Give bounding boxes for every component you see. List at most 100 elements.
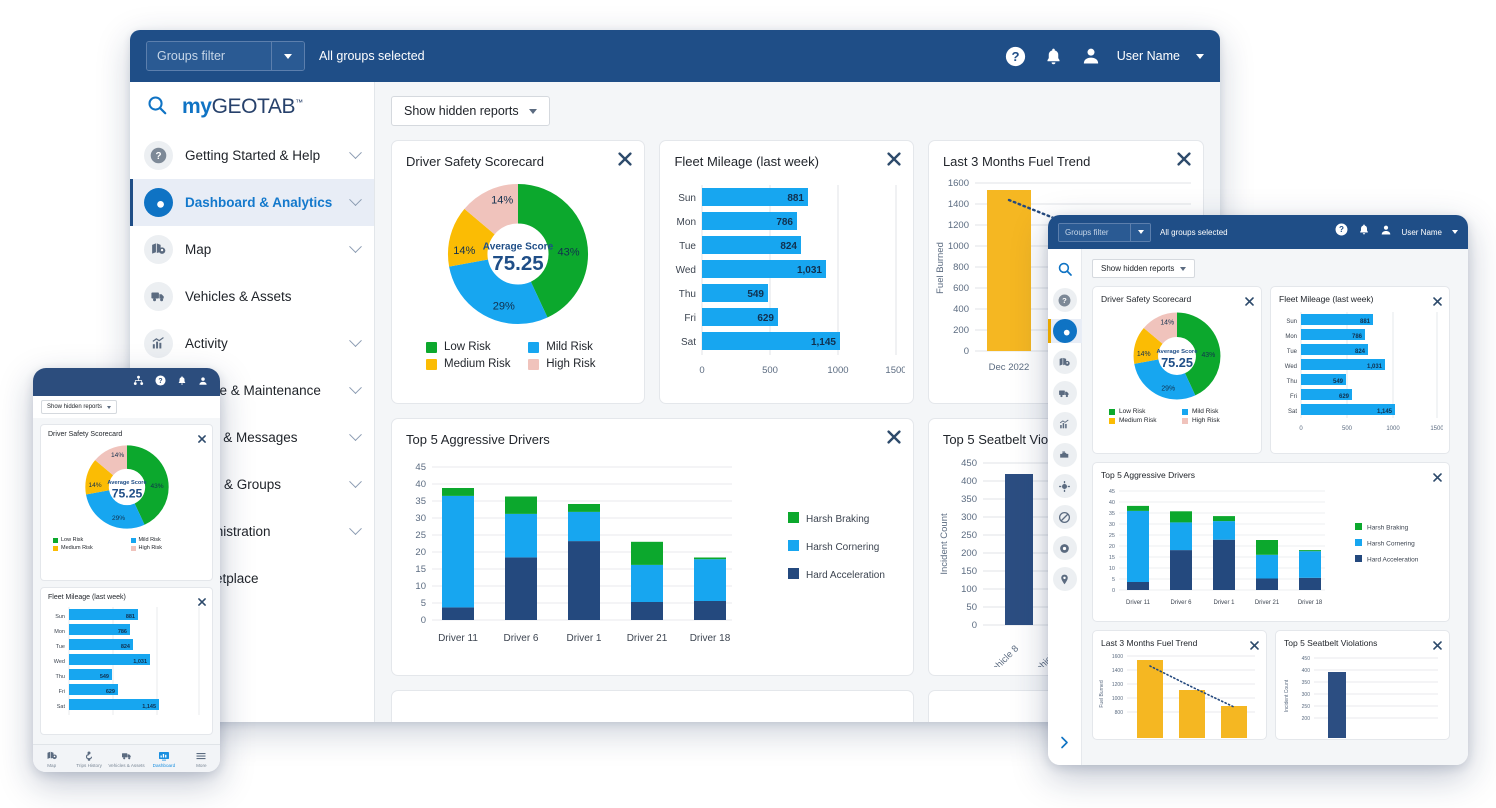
legend-item-low-risk: Low Risk xyxy=(1109,408,1178,415)
screenshot-stage: Groups filter All groups selected ? User… xyxy=(0,0,1496,808)
y-tick-label: Wed xyxy=(676,265,696,276)
bell-icon[interactable] xyxy=(1358,223,1370,241)
show-hidden-reports-dropdown[interactable]: Show hidden reports xyxy=(391,96,550,126)
rail-item-engine[interactable] xyxy=(1048,443,1082,467)
rail-expand-button[interactable] xyxy=(1057,735,1072,755)
chevron-down-icon xyxy=(529,109,537,114)
sidebar-item-getting-started[interactable]: ? Getting Started & Help xyxy=(130,132,374,179)
close-icon[interactable] xyxy=(1245,293,1254,302)
search-icon[interactable] xyxy=(146,94,168,121)
help-circle-icon[interactable]: ? xyxy=(1335,223,1348,241)
svg-text:?: ? xyxy=(1339,225,1344,234)
x-tick-label: Driver 18 xyxy=(690,633,731,644)
x-tick-label: 500 xyxy=(763,365,779,376)
x-tick-label: Driver 6 xyxy=(1170,600,1192,606)
phone-nav-more[interactable]: More xyxy=(183,750,220,768)
user-avatar-icon[interactable] xyxy=(198,373,208,391)
phone-nav-vehicles-assets[interactable]: Vehicles & Assets xyxy=(108,750,145,768)
phone-nav-trips-history[interactable]: Trips History xyxy=(70,750,107,768)
rail-item-rules[interactable] xyxy=(1048,474,1082,498)
y-tick-label: 0 xyxy=(972,620,977,631)
activity-chart-icon xyxy=(1053,412,1077,436)
map-pin-icon xyxy=(144,235,173,264)
sidebar-item-vehicles-assets[interactable]: Vehicles & Assets xyxy=(130,273,374,320)
show-hidden-reports-dropdown[interactable]: Show hidden reports xyxy=(1092,259,1195,278)
bell-icon[interactable] xyxy=(1043,45,1065,67)
x-tick-label: Driver 11 xyxy=(1126,600,1151,606)
close-icon[interactable] xyxy=(618,152,632,166)
rail-item-vehicles[interactable] xyxy=(1048,381,1082,405)
chevron-down-icon[interactable] xyxy=(1452,230,1458,234)
sidebar-item-map[interactable]: Map xyxy=(130,226,374,273)
close-icon[interactable] xyxy=(1433,469,1442,478)
legend-label: High Risk xyxy=(139,545,163,551)
legend-swatch xyxy=(426,359,437,370)
aggressive-legend: Harsh Braking Harsh Cornering Hard Accel… xyxy=(788,512,885,581)
y-tick-label: Thu xyxy=(56,674,65,680)
chevron-down-icon[interactable] xyxy=(1196,54,1204,59)
tablet-body: ? Show hidden reports D xyxy=(1048,249,1468,765)
rail-item-activity[interactable] xyxy=(1048,412,1082,436)
sidebar-item-activity[interactable]: Activity xyxy=(130,320,374,367)
bar-value-label: 881 xyxy=(126,614,135,620)
chevron-down-icon xyxy=(349,475,362,488)
phone-nav-label: Map xyxy=(47,763,56,768)
aggressive-drivers-chart: 45 40 35 30 25 20 15 10 5 0 xyxy=(392,449,912,669)
show-hidden-reports-dropdown[interactable]: Show hidden reports xyxy=(41,400,117,414)
fleet-mileage-chart: Sun Mon Tue Wed Thu Fri Sat 881 786 824 … xyxy=(41,603,206,721)
engine-icon xyxy=(1053,443,1077,467)
y-tick-label: 150 xyxy=(961,566,977,577)
y-tick-label: Sat xyxy=(681,337,696,348)
user-avatar-icon[interactable] xyxy=(1081,46,1101,66)
bell-icon[interactable] xyxy=(177,373,187,391)
rail-item-administration[interactable] xyxy=(1048,536,1082,560)
y-axis-label: Incident Count xyxy=(1284,679,1290,712)
x-tick-label: 0 xyxy=(700,365,705,376)
close-icon[interactable] xyxy=(887,430,901,444)
groups-filter[interactable]: Groups filter xyxy=(146,41,305,71)
rail-item-search[interactable] xyxy=(1048,257,1082,281)
groups-filter-dropdown-button[interactable] xyxy=(272,42,304,70)
sidebar-item-label: Vehicles & Assets xyxy=(185,289,360,304)
groups-filter[interactable]: Groups filter xyxy=(1058,223,1151,242)
chevron-down-icon xyxy=(284,54,292,59)
help-circle-icon[interactable]: ? xyxy=(155,373,166,391)
groups-filter-dropdown-button[interactable] xyxy=(1131,224,1150,241)
slice-label-high-risk: 14% xyxy=(491,194,513,206)
close-icon[interactable] xyxy=(198,593,206,601)
close-icon[interactable] xyxy=(1250,637,1259,646)
groups-filter-input[interactable]: Groups filter xyxy=(147,42,272,70)
close-icon[interactable] xyxy=(1433,637,1442,646)
bar-driver-1 xyxy=(568,504,600,620)
bar-value-label: 1,145 xyxy=(811,337,836,348)
y-tick-label: Tue xyxy=(680,241,697,252)
user-avatar-icon[interactable] xyxy=(1380,223,1392,241)
phone-nav-map[interactable]: Map xyxy=(33,750,70,768)
y-tick-label: 1400 xyxy=(1112,668,1123,674)
rail-item-map[interactable] xyxy=(1048,350,1082,374)
fuel-trend-chart: 1600 1400 1200 1000 800 Fuel Burned xyxy=(1093,650,1261,740)
y-tick-label: 1200 xyxy=(948,220,969,231)
y-tick-label: Sat xyxy=(57,704,66,710)
legend-swatch xyxy=(53,538,58,543)
rail-item-help[interactable]: ? xyxy=(1048,288,1082,312)
close-icon[interactable] xyxy=(1177,152,1191,166)
y-tick-label: 1200 xyxy=(1112,682,1123,688)
donut-center-label: Average Score xyxy=(483,241,554,252)
close-icon[interactable] xyxy=(887,152,901,166)
chevron-down-icon xyxy=(349,193,362,206)
rail-item-restrictions[interactable] xyxy=(1048,505,1082,529)
close-icon[interactable] xyxy=(198,430,206,438)
legend-item-mild-risk: Mild Risk xyxy=(528,341,622,353)
rail-item-marketplace[interactable] xyxy=(1048,567,1082,591)
tablet-topbar: Groups filter All groups selected ? User… xyxy=(1048,215,1468,249)
sidebar-item-dashboard-analytics[interactable]: Dashboard & Analytics xyxy=(130,179,374,226)
rail-item-dashboard[interactable] xyxy=(1048,319,1082,343)
all-groups-label: All groups selected xyxy=(1160,228,1228,237)
help-circle-icon[interactable]: ? xyxy=(1005,45,1027,67)
groups-filter-input[interactable]: Groups filter xyxy=(1059,224,1131,241)
close-icon[interactable] xyxy=(1433,293,1442,302)
legend-item-medium-risk: Medium Risk xyxy=(53,545,127,551)
groups-hierarchy-icon[interactable] xyxy=(133,373,144,391)
phone-nav-dashboard[interactable]: Dashboard xyxy=(145,750,182,768)
